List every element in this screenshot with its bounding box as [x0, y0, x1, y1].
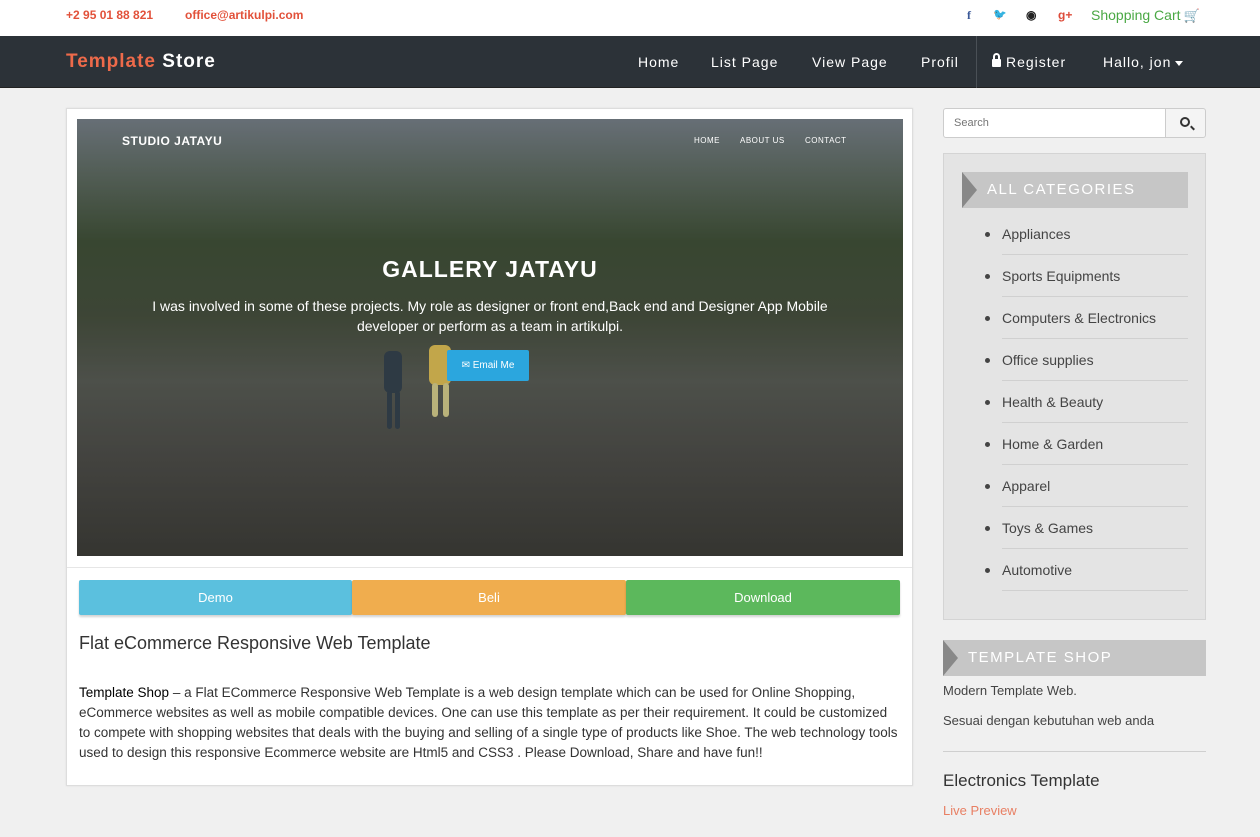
preview-brand: STUDIO JATAYU	[122, 134, 223, 148]
search-input[interactable]	[943, 108, 1166, 138]
divider	[67, 567, 912, 568]
preview-nav-about: ABOUT US	[740, 136, 785, 145]
search-icon	[1180, 117, 1190, 127]
search-button[interactable]	[1165, 108, 1206, 138]
category-health-beauty[interactable]: Health & Beauty	[985, 381, 1188, 423]
caret-down-icon	[1175, 60, 1184, 66]
user-menu-label: Hallo, jon	[1103, 54, 1172, 70]
preview-email-button: ✉ Email Me	[447, 350, 529, 381]
nav-register[interactable]: Register	[992, 53, 1067, 70]
product-description: Template Shop – a Flat ECommerce Respons…	[79, 683, 901, 763]
github-icon[interactable]: ◉	[1026, 8, 1036, 22]
download-button[interactable]: Download	[626, 580, 900, 615]
nav-view-page[interactable]: View Page	[812, 54, 888, 70]
brand-part-2: Store	[162, 51, 216, 72]
demo-button[interactable]: Demo	[79, 580, 352, 615]
nav-profil[interactable]: Profil	[921, 54, 959, 70]
buy-button[interactable]: Beli	[352, 580, 626, 615]
electronics-template-title: Electronics Template	[943, 771, 1100, 790]
product-title: Flat eCommerce Responsive Web Template	[79, 633, 431, 653]
register-label: Register	[1006, 54, 1067, 70]
brand-part-1: Template	[66, 51, 157, 72]
category-list: Appliances Sports Equipments Computers &…	[985, 213, 1188, 591]
main-navbar: Template Store Home List Page View Page …	[0, 36, 1260, 88]
template-preview-image: STUDIO JATAYU HOME ABOUT US CONTACT GALL…	[77, 119, 903, 556]
shopping-cart-label: Shopping Cart	[1091, 7, 1181, 23]
categories-panel: ALL CATEGORIES Appliances Sports Equipme…	[943, 153, 1206, 620]
twitter-icon[interactable]: 🐦	[993, 8, 1007, 21]
nav-home[interactable]: Home	[638, 54, 679, 70]
nav-divider	[976, 36, 977, 88]
nav-list-page[interactable]: List Page	[711, 54, 778, 70]
lock-icon	[992, 53, 1001, 67]
category-appliances[interactable]: Appliances	[985, 213, 1188, 255]
facebook-icon[interactable]: f	[967, 8, 971, 23]
live-preview-link[interactable]: Live Preview	[943, 803, 1017, 818]
brand-logo[interactable]: Template Store	[66, 51, 216, 73]
category-office-supplies[interactable]: Office supplies	[985, 339, 1188, 381]
template-shop-header: TEMPLATE SHOP	[943, 640, 1206, 676]
top-contact-bar: +2 95 01 88 821 office@artikulpi.com f 🐦…	[0, 0, 1260, 36]
phone-number: +2 95 01 88 821	[66, 8, 154, 22]
category-automotive[interactable]: Automotive	[985, 549, 1188, 591]
google-plus-icon[interactable]: g+	[1058, 8, 1072, 22]
category-apparel[interactable]: Apparel	[985, 465, 1188, 507]
cart-icon: 🛒	[1183, 8, 1200, 23]
template-shop-line-2: Sesuai dengan kebutuhan web anda	[943, 713, 1155, 728]
preview-text: I was involved in some of these projects…	[152, 298, 828, 334]
category-toys-games[interactable]: Toys & Games	[985, 507, 1188, 549]
category-computers-electronics[interactable]: Computers & Electronics	[985, 297, 1188, 339]
category-home-garden[interactable]: Home & Garden	[985, 423, 1188, 465]
categories-header: ALL CATEGORIES	[962, 172, 1188, 208]
preview-nav-home: HOME	[694, 136, 720, 145]
template-shop-line-1: Modern Template Web.	[943, 683, 1077, 698]
product-panel: STUDIO JATAYU HOME ABOUT US CONTACT GALL…	[66, 108, 913, 786]
description-text: – a Flat ECommerce Responsive Web Templa…	[79, 685, 898, 760]
action-buttons: Demo Beli Download	[79, 580, 901, 615]
preview-nav-contact: CONTACT	[805, 136, 847, 145]
user-menu-dropdown[interactable]: Hallo, jon	[1103, 54, 1184, 70]
shopping-cart-link[interactable]: Shopping Cart 🛒	[1091, 7, 1200, 24]
category-sports-equipments[interactable]: Sports Equipments	[985, 255, 1188, 297]
sidebar-divider	[943, 751, 1206, 752]
preview-title: GALLERY JATAYU	[382, 256, 598, 282]
email-address[interactable]: office@artikulpi.com	[185, 8, 303, 22]
search-bar	[943, 108, 1206, 138]
description-strong: Template Shop	[79, 685, 170, 700]
